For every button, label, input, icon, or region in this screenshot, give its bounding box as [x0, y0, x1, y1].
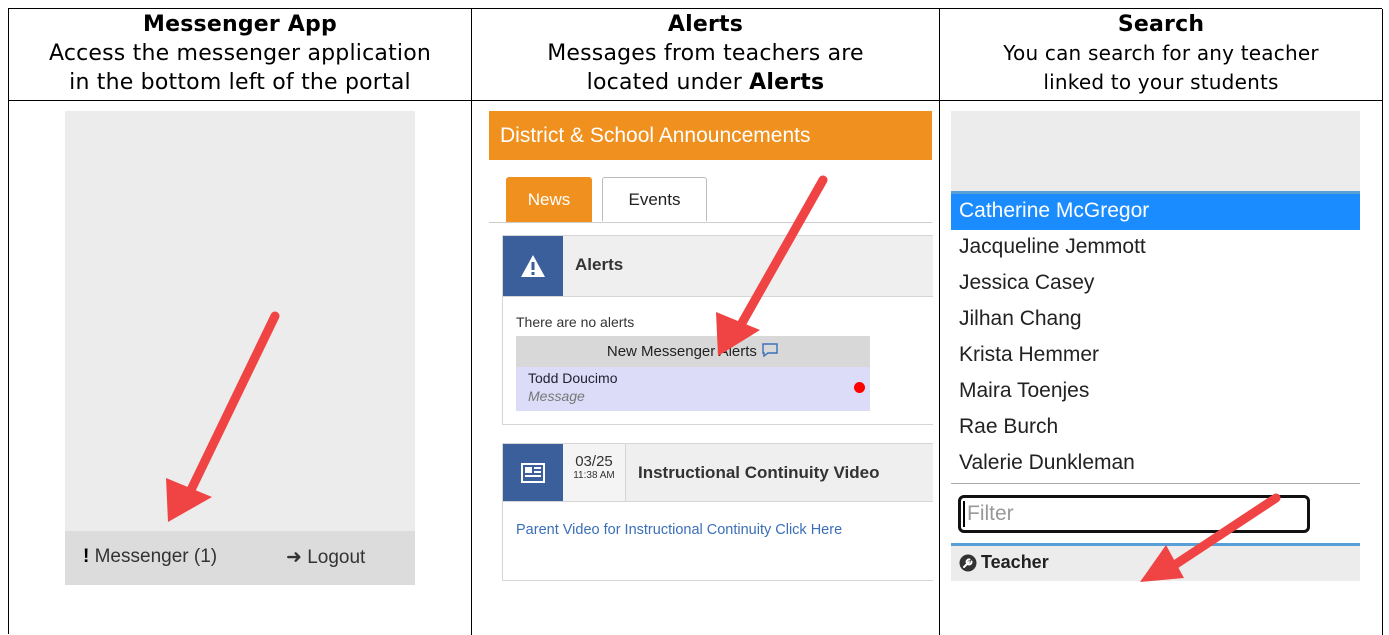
announcements-screenshot: District & School Announcements News Eve…: [489, 111, 933, 621]
item-date-day: 03/25: [575, 453, 613, 470]
chat-bubble-icon: [762, 343, 778, 358]
desc-bold: Alerts: [749, 70, 825, 95]
tab-events[interactable]: Events: [602, 177, 707, 221]
filter-input[interactable]: Filter: [958, 495, 1310, 533]
column-desc-line1: Access the messenger application: [48, 41, 432, 66]
column-search: Search You can search for any teacher li…: [940, 9, 1383, 635]
teacher-list: Catherine McGregor Jacqueline Jemmott Je…: [951, 194, 1360, 482]
teacher-item[interactable]: Maira Toenjes: [951, 374, 1360, 410]
text-caret: [963, 501, 965, 527]
column-desc-line2: in the bottom left of the portal: [69, 70, 411, 95]
alert-subtext: Message: [528, 388, 585, 404]
desc-prefix: located under: [586, 70, 750, 95]
filter-placeholder: Filter: [967, 502, 1014, 525]
item-date: 03/25 11:38 AM: [563, 444, 626, 501]
column-header: Messenger App Access the messenger appli…: [9, 9, 471, 101]
unread-dot: [854, 382, 865, 393]
teacher-item[interactable]: Jacqueline Jemmott: [951, 230, 1360, 266]
instruction-table: Messenger App Access the messenger appli…: [8, 8, 1383, 635]
teacher-item[interactable]: Valerie Dunkleman: [951, 446, 1360, 482]
no-alerts-text: There are no alerts: [516, 314, 635, 330]
teacher-search-screenshot: Catherine McGregor Jacqueline Jemmott Je…: [951, 111, 1360, 611]
announcement-item: 03/25 11:38 AM Instructional Continuity …: [502, 443, 933, 581]
announcement-tabs: News Events: [489, 160, 932, 223]
messenger-link[interactable]: ! Messenger (1): [83, 546, 217, 568]
teacher-item[interactable]: Rae Burch: [951, 410, 1360, 446]
search-top-area: [951, 111, 1360, 194]
messenger-alerts-header: New Messenger Alerts: [516, 336, 870, 367]
item-date-time: 11:38 AM: [573, 470, 615, 481]
logout-icon: ➜: [286, 547, 302, 568]
warning-icon: [503, 236, 563, 296]
messenger-alert-icon: !: [83, 546, 90, 567]
column-desc-line1: You can search for any teacher: [1003, 41, 1319, 65]
teacher-item[interactable]: Jessica Casey: [951, 266, 1360, 302]
column-title: Alerts: [667, 12, 744, 37]
category-label: Teacher: [981, 552, 1049, 572]
column-desc-line2: located under Alerts: [472, 68, 939, 97]
alert-sender: Todd Doucimo: [528, 370, 618, 386]
alerts-title: Alerts: [575, 255, 624, 274]
messenger-label: Messenger (1): [94, 546, 218, 567]
teacher-item[interactable]: Catherine McGregor: [951, 194, 1360, 230]
newspaper-icon: [503, 444, 563, 501]
logout-link[interactable]: ➜ Logout: [286, 546, 365, 569]
teacher-item[interactable]: Jilhan Chang: [951, 302, 1360, 338]
column-title: Messenger App: [143, 12, 337, 37]
category-bar: Teacher: [951, 543, 1360, 581]
wrench-icon: [959, 554, 977, 571]
column-desc-line2: linked to your students: [1043, 70, 1279, 94]
logout-label: Logout: [307, 547, 366, 568]
teacher-item[interactable]: Krista Hemmer: [951, 338, 1360, 374]
column-header: Alerts Messages from teachers are locate…: [472, 9, 939, 101]
column-alerts: Alerts Messages from teachers are locate…: [472, 9, 940, 635]
column-messenger-app: Messenger App Access the messenger appli…: [9, 9, 472, 635]
item-title: Instructional Continuity Video: [638, 463, 880, 482]
announcements-header: District & School Announcements: [489, 111, 932, 160]
messenger-alerts: New Messenger Alerts Todd Doucimo Messag…: [516, 336, 870, 411]
column-title: Search: [1117, 12, 1205, 37]
column-desc-line1: Messages from teachers are: [547, 41, 864, 66]
messenger-alert-row[interactable]: Todd Doucimo Message: [516, 367, 870, 411]
filter-area: Filter: [951, 483, 1360, 544]
portal-bottom-bar: ! Messenger (1) ➜ Logout: [65, 531, 415, 585]
column-header: Search You can search for any teacher li…: [940, 9, 1382, 101]
item-link[interactable]: Parent Video for Instructional Continuit…: [516, 522, 842, 538]
tab-news[interactable]: News: [506, 177, 592, 222]
portal-sidebar-screenshot: ! Messenger (1) ➜ Logout: [65, 111, 415, 585]
messenger-alerts-label: New Messenger Alerts: [606, 343, 757, 360]
alerts-card: Alerts There are no alerts New Messenger…: [502, 235, 933, 425]
